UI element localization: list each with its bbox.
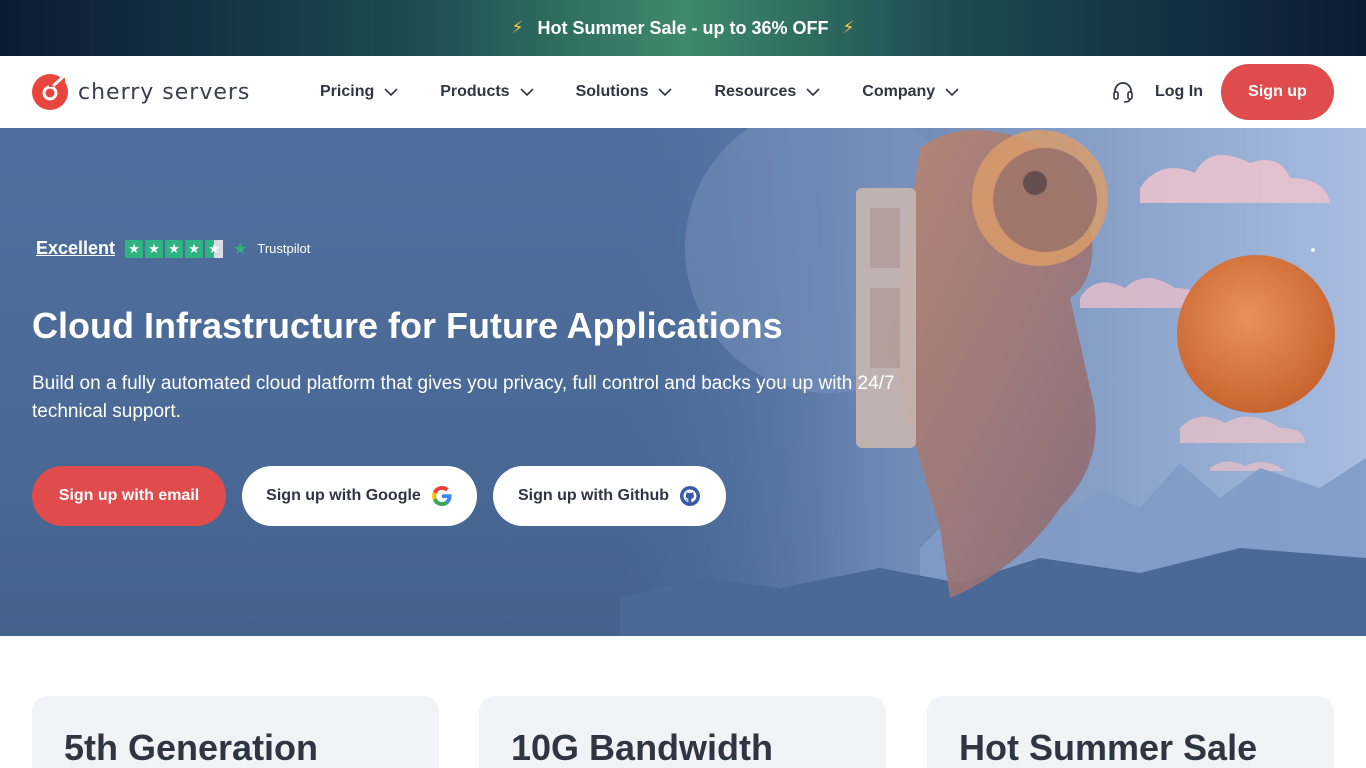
logo-text: cherry servers — [78, 79, 251, 105]
feature-card[interactable]: 10G Bandwidth — [479, 696, 886, 768]
rating-stars: ★ ★ ★ ★ ★ — [125, 239, 224, 258]
promo-banner[interactable]: ⚡ Hot Summer Sale - up to 36% OFF ⚡ — [0, 0, 1366, 56]
signup-button[interactable]: Sign up — [1221, 64, 1334, 120]
star-icon: ★ — [145, 239, 164, 258]
chevron-down-icon — [520, 87, 534, 96]
login-link[interactable]: Log In — [1155, 80, 1203, 104]
google-icon — [431, 486, 452, 506]
feature-cards: 5th Generation 10G Bandwidth Hot Summer … — [0, 636, 1366, 768]
github-icon — [680, 486, 701, 506]
hero-title: Cloud Infrastructure for Future Applicat… — [32, 305, 783, 346]
cherry-logo-icon — [32, 74, 68, 110]
feature-card[interactable]: 5th Generation — [32, 696, 439, 768]
trustpilot-label: Trustpilot — [257, 241, 311, 256]
card-title: 10G Bandwidth — [511, 727, 774, 768]
nav-resources[interactable]: Resources — [714, 83, 820, 101]
chevron-down-icon — [806, 87, 820, 96]
signup-email-button[interactable]: Sign up with email — [32, 466, 226, 526]
site-header: cherry servers Pricing Products Solution… — [0, 56, 1366, 128]
nav-pricing[interactable]: Pricing — [320, 83, 398, 101]
cta-label: Sign up with email — [58, 487, 200, 504]
card-title: 5th Generation — [64, 727, 319, 768]
signup-github-button[interactable]: Sign up with Github — [493, 466, 726, 526]
nav-company[interactable]: Company — [862, 83, 959, 101]
nav-label: Company — [862, 83, 936, 100]
star-icon: ★ — [125, 239, 144, 258]
chevron-down-icon — [384, 87, 398, 96]
cta-label: Sign up with Github — [517, 487, 670, 504]
feature-card[interactable]: Hot Summer Sale — [927, 696, 1334, 768]
logo[interactable]: cherry servers — [32, 74, 250, 110]
lightning-icon: ⚡ — [511, 18, 524, 37]
trust-rating-text[interactable]: Excellent — [36, 238, 115, 259]
card-title: Hot Summer Sale — [959, 727, 1258, 768]
half-star-icon: ★ — [205, 239, 224, 258]
headset-support-icon[interactable] — [1112, 80, 1134, 104]
hero-section: Excellent ★ ★ ★ ★ ★ ★ Trustpilot Cloud I… — [0, 128, 1366, 636]
nav-label: Resources — [714, 83, 797, 100]
trustpilot-star-icon: ★ — [233, 240, 248, 258]
nav-label: Products — [440, 83, 510, 100]
nav-label: Pricing — [320, 83, 375, 100]
star-icon: ★ — [165, 239, 184, 258]
main-nav: Pricing Products Solutions Resources Com… — [320, 56, 1001, 128]
nav-solutions[interactable]: Solutions — [576, 83, 673, 101]
nav-label: Solutions — [575, 83, 649, 100]
nav-products[interactable]: Products — [440, 83, 534, 101]
trustpilot-rating[interactable]: Excellent ★ ★ ★ ★ ★ ★ Trustpilot — [36, 238, 310, 259]
star-icon: ★ — [185, 239, 204, 258]
hero-subtitle: Build on a fully automated cloud platfor… — [32, 373, 895, 422]
signup-google-button[interactable]: Sign up with Google — [242, 466, 477, 526]
chevron-down-icon — [945, 87, 959, 96]
promo-text: Hot Summer Sale - up to 36% OFF — [537, 17, 829, 38]
lightning-icon: ⚡ — [842, 18, 855, 37]
cta-label: Sign up with Google — [266, 487, 421, 504]
chevron-down-icon — [658, 87, 673, 96]
